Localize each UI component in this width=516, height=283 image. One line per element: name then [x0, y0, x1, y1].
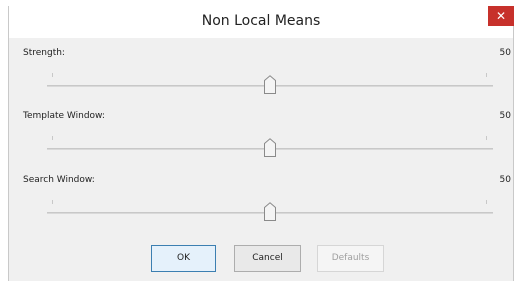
slider-tick-max	[486, 136, 487, 140]
slider-tick-max	[486, 200, 487, 204]
close-icon: ✕	[495, 9, 507, 23]
template-window-value: 50	[499, 111, 511, 121]
strength-value: 50	[499, 48, 511, 58]
template-window-row: Template Window: 50	[9, 101, 513, 163]
dialog-title: Non Local Means	[201, 13, 321, 29]
search-window-label: Search Window:	[23, 175, 95, 185]
defaults-button[interactable]: Defaults	[317, 245, 384, 272]
close-button[interactable]: ✕	[488, 6, 514, 26]
strength-slider-thumb[interactable]	[263, 75, 277, 95]
strength-label: Strength:	[23, 48, 65, 58]
search-window-row: Search Window: 50	[9, 165, 513, 227]
slider-tick-max	[486, 73, 487, 77]
slider-tick-min	[52, 136, 53, 140]
template-window-label: Template Window:	[23, 111, 105, 121]
dialog-client-area: Strength: 50 Template Window: 50 Search …	[9, 38, 513, 281]
dialog-window: Non Local Means ✕ Strength: 50 Template …	[8, 6, 514, 281]
slider-tick-min	[52, 200, 53, 204]
template-window-slider-thumb[interactable]	[263, 138, 277, 158]
slider-tick-min	[52, 73, 53, 77]
search-window-value: 50	[499, 175, 511, 185]
title-bar[interactable]: Non Local Means ✕	[9, 6, 514, 38]
strength-row: Strength: 50	[9, 38, 513, 100]
search-window-slider-thumb[interactable]	[263, 202, 277, 222]
cancel-button[interactable]: Cancel	[234, 245, 301, 272]
ok-button[interactable]: OK	[151, 245, 216, 272]
